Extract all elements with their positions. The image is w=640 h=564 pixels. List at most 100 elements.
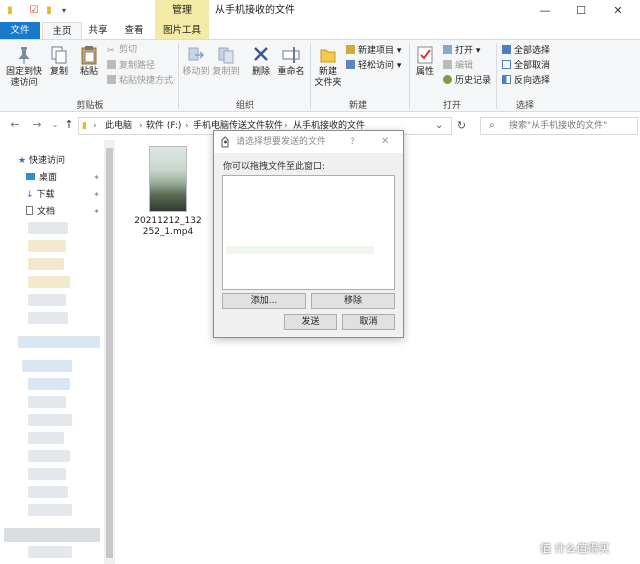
refresh-button[interactable]: ↻: [451, 117, 471, 135]
refresh-icon: ↻: [456, 119, 467, 132]
back-arrow-icon[interactable]: ←: [8, 118, 22, 132]
paste-shortcut-button[interactable]: 粘贴快捷方式: [107, 75, 173, 87]
organize-group-label: 组织: [235, 101, 254, 111]
new-folder-button[interactable]: 新建 文件夹: [313, 45, 343, 89]
documents-icon: [26, 206, 33, 215]
select-all-button[interactable]: 全部选择: [502, 45, 550, 57]
edit-button[interactable]: 编辑: [443, 60, 473, 72]
drag-hint: 你可以拖拽文件至此窗口:: [223, 162, 326, 172]
up-arrow-icon[interactable]: ↑: [62, 118, 76, 132]
minimize-button[interactable]: —: [530, 0, 560, 22]
history-button[interactable]: 历史记录: [443, 75, 491, 87]
cut-label: 剪切: [119, 45, 138, 55]
send-button[interactable]: 发送: [284, 314, 337, 330]
new-item-button[interactable]: 新建项目 ▾: [346, 45, 401, 57]
qa-dropdown-icon[interactable]: ▾: [58, 5, 70, 17]
new-folder-qa-icon[interactable]: ▮: [43, 5, 55, 17]
new-group-label: 新建: [348, 101, 367, 111]
tab-picture-tools[interactable]: 图片工具: [155, 22, 209, 39]
copy-path-icon: [107, 60, 116, 69]
open-group-label: 打开: [442, 101, 461, 111]
paste-label: 粘贴: [79, 67, 98, 77]
copy-path-button[interactable]: 复制路径: [107, 60, 155, 72]
nav-item-desktop[interactable]: 桌面 ✦: [26, 170, 102, 186]
remove-button[interactable]: 移除: [311, 293, 395, 309]
obscured-nav-item: [28, 450, 70, 462]
nav-downloads-label: 下载: [36, 190, 55, 200]
copy-path-label: 复制路径: [119, 61, 156, 71]
move-to-button[interactable]: 移动到: [182, 45, 210, 78]
breadcrumb-this-pc[interactable]: 此电脑: [105, 118, 132, 134]
invert-selection-label: 反向选择: [514, 76, 551, 86]
ribbon-separator: [178, 43, 179, 109]
select-none-label: 全部取消: [514, 61, 551, 71]
properties-button[interactable]: 属性: [412, 45, 438, 78]
address-dropdown-icon[interactable]: ⌄: [435, 118, 443, 134]
tab-view[interactable]: 查看: [120, 22, 148, 39]
open-button[interactable]: 打开 ▾: [443, 45, 480, 57]
scrollbar-thumb[interactable]: [106, 148, 113, 558]
select-none-button[interactable]: 全部取消: [502, 60, 550, 72]
video-thumbnail: [149, 146, 187, 212]
nav-pane-scrollbar[interactable]: [104, 140, 115, 564]
app-icon: [221, 136, 229, 148]
maximize-button[interactable]: ☐: [566, 0, 596, 22]
nav-desktop-label: 桌面: [39, 173, 58, 183]
recent-dropdown-icon[interactable]: ⌄: [48, 118, 62, 132]
send-file-dialog: 请选择想要发送的文件 ? ✕ 你可以拖拽文件至此窗口: 添加... 移除 发送 …: [213, 130, 404, 338]
rename-icon: [282, 47, 300, 63]
crumb-separator-icon: ›: [185, 121, 189, 131]
paste-button[interactable]: 粘贴: [76, 45, 102, 78]
pin-icon: [19, 47, 29, 64]
obscured-nav-item: [28, 294, 66, 306]
rename-button[interactable]: 重命名: [276, 45, 306, 78]
delete-x-icon: [254, 47, 268, 61]
ribbon-separator: [409, 43, 410, 109]
context-tab-manage[interactable]: 管理: [155, 0, 209, 22]
copy-button[interactable]: 复制: [46, 45, 72, 78]
search-box[interactable]: ⌕ 搜索"从手机接收的文件": [480, 117, 638, 135]
properties-icon: [417, 46, 433, 64]
easy-access-button[interactable]: 轻松访问 ▾: [346, 60, 401, 72]
file-drop-list[interactable]: [222, 175, 395, 290]
close-button[interactable]: ✕: [603, 0, 633, 22]
tab-share[interactable]: 共享: [84, 22, 112, 39]
file-name-line-2: 252_1.mp4: [142, 227, 194, 237]
obscured-nav-item: [28, 414, 72, 426]
dialog-title-bar: 请选择想要发送的文件 ? ✕: [214, 131, 403, 153]
obscured-nav-item: [28, 258, 64, 270]
invert-selection-button[interactable]: 反向选择: [502, 75, 550, 87]
obscured-nav-item: [28, 276, 70, 288]
history-icon: [443, 75, 452, 84]
paste-shortcut-icon: [107, 75, 116, 84]
nav-item-downloads[interactable]: ↓ 下载 ✦: [26, 187, 102, 203]
dialog-close-button[interactable]: ✕: [381, 131, 389, 153]
ghost-row: [226, 246, 374, 254]
breadcrumb-drive-f[interactable]: 软件 (F:): [146, 118, 181, 134]
obscured-nav-item: [28, 396, 66, 408]
ribbon: 固定到快 速访问 复制 粘贴 ✂ 剪切 复制路径 粘贴快捷方式 剪贴板 移动到 复…: [0, 39, 640, 112]
properties-label: 属性: [415, 67, 434, 77]
move-to-label: 移动到: [182, 67, 210, 77]
copy-to-button[interactable]: 复制到: [212, 45, 240, 78]
edit-icon: [443, 60, 452, 69]
nav-quick-access[interactable]: ★ 快速访问: [18, 153, 65, 169]
cut-button[interactable]: ✂ 剪切: [107, 45, 137, 56]
file-item[interactable]: 20211212_132 252_1.mp4: [132, 146, 204, 242]
cancel-button[interactable]: 取消: [342, 314, 395, 330]
forward-arrow-icon[interactable]: →: [30, 118, 44, 132]
search-icon: ⌕: [489, 120, 495, 131]
clipboard-group-label: 剪贴板: [76, 101, 104, 111]
tab-file[interactable]: 文件: [0, 22, 40, 39]
tab-home[interactable]: 主页: [42, 22, 82, 39]
pin-quick-access-button[interactable]: 固定到快 速访问: [4, 45, 44, 89]
help-button[interactable]: ?: [350, 131, 355, 153]
add-button[interactable]: 添加...: [222, 293, 306, 309]
nav-quick-access-label: 快速访问: [28, 156, 65, 166]
pinned-icon: ✦: [93, 207, 100, 216]
nav-item-documents[interactable]: 文档 ✦: [26, 204, 102, 220]
delete-button[interactable]: 删除: [249, 45, 273, 78]
copy-label: 复制: [49, 67, 68, 77]
obscured-nav-item: [28, 486, 68, 498]
properties-qa-icon[interactable]: ☑: [28, 5, 40, 17]
